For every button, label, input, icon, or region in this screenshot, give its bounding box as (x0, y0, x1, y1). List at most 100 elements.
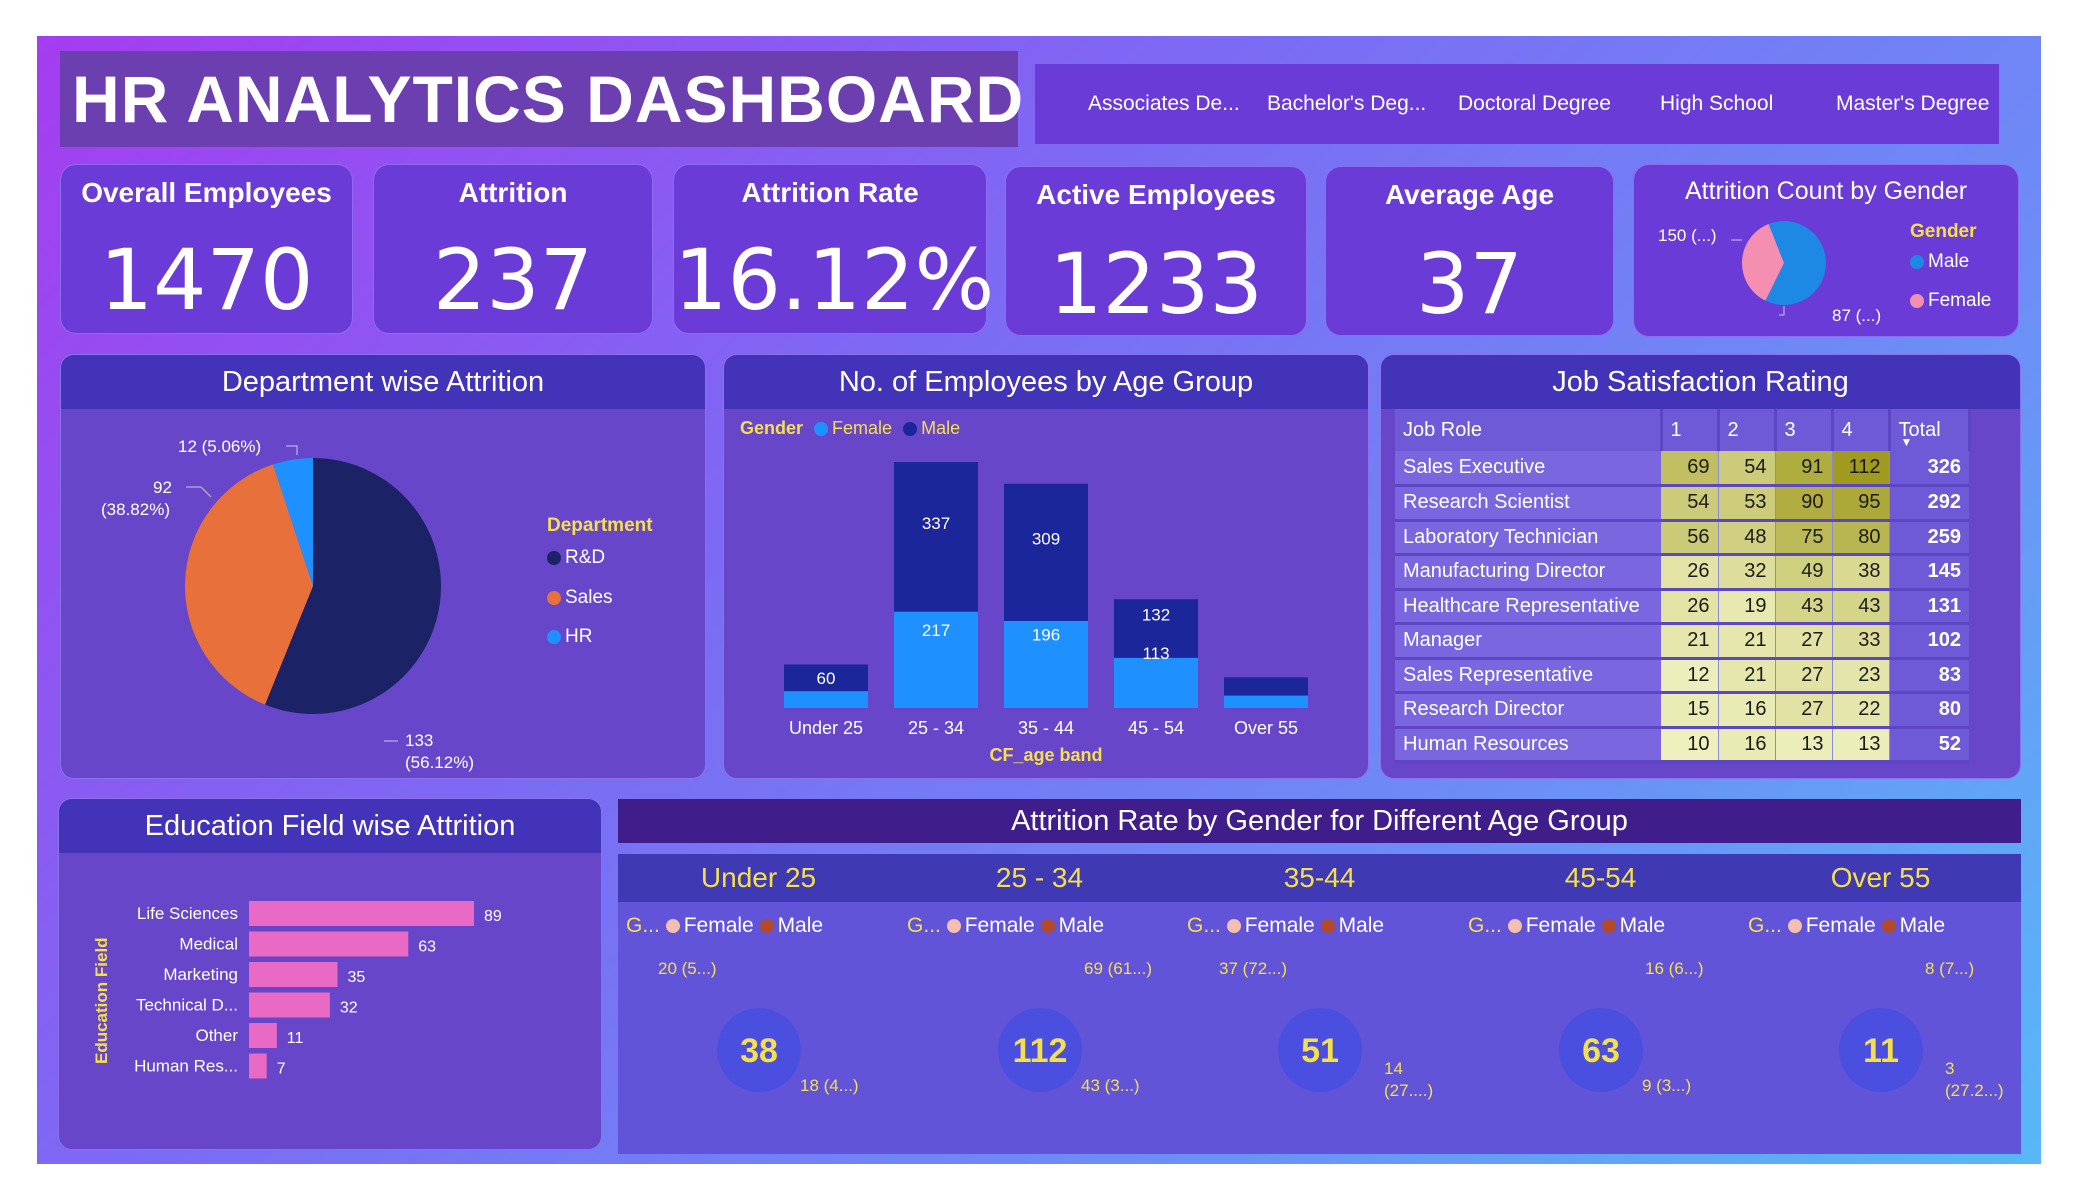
rating-cell: 22 (1832, 692, 1890, 729)
rating-cell: 23 (1832, 658, 1890, 694)
rating-cell: 43 (1775, 589, 1833, 625)
donut-male-label: 69 (61...) (1084, 959, 1153, 978)
slicer-item-masters[interactable]: Master's Degree (1836, 92, 1989, 116)
donut-female-label: 18 (4...) (800, 1076, 859, 1095)
age-group-x-axis-title: CF_age band (989, 745, 1103, 765)
education-bar[interactable] (249, 1023, 277, 1048)
rating-cell: 15 (1661, 692, 1719, 729)
age-bar-female[interactable] (1114, 657, 1198, 708)
education-field-y-axis-title: Education Field (92, 937, 111, 1064)
age-bar-female[interactable] (1224, 695, 1308, 708)
total-cell: 80 (1889, 692, 1969, 729)
female-dot-icon (1910, 293, 1924, 308)
column-header-3[interactable]: 3 (1775, 409, 1834, 451)
age-x-tick-label: 25 - 34 (908, 718, 964, 738)
education-field-bar-svg: Life Sciences 89 Medical 63 Marketing 35 Techn… (134, 901, 502, 1079)
job-role-cell: Manager (1395, 623, 1661, 660)
age-bar-female-label: 113 (1142, 644, 1169, 663)
rating-cell: 13 (1775, 727, 1833, 763)
legend-item-sales[interactable]: Sales (547, 587, 613, 609)
job-role-cell: Laboratory Technician (1395, 520, 1661, 556)
education-bar[interactable] (249, 931, 409, 957)
slicer-item-doctoral[interactable]: Doctoral Degree (1458, 92, 1611, 116)
donut-male-label: 16 (6...) (1645, 959, 1704, 978)
age-bar-female[interactable] (784, 691, 868, 708)
total-cell: 292 (1889, 485, 1969, 522)
education-category-label: Human Res... (134, 1057, 238, 1076)
column-header-job-role[interactable]: Job Role (1395, 409, 1663, 451)
kpi-value: 1233 (1049, 235, 1263, 333)
rating-cell: 12 (1661, 658, 1719, 694)
rating-cell: 49 (1775, 554, 1833, 591)
age-bar-male[interactable] (1004, 483, 1088, 621)
legend-item-rd[interactable]: R&D (547, 547, 605, 569)
table-row[interactable]: Research Director 15 16 27 22 80 (1395, 692, 1969, 729)
table-row[interactable]: Laboratory Technician 56 48 75 80 259 (1395, 520, 1969, 556)
rating-cell: 13 (1832, 727, 1890, 763)
legend-item-hr[interactable]: HR (547, 626, 592, 648)
donut-female-label-pct: (27.2...) (1945, 1081, 2004, 1100)
donut-group: Over 55 G... Female Male 11 8 (7...) 3 (27.2.… (1740, 854, 2021, 1154)
education-value-label: 32 (340, 1000, 358, 1017)
gender-legend-title: Gender (1910, 221, 1977, 242)
table-row[interactable]: Sales Executive 69 54 91 112 326 (1395, 451, 1969, 487)
donut-svg: 112 (998, 1008, 1082, 1092)
column-header-4[interactable]: 4 (1832, 409, 1891, 451)
donut-total-label: 112 (1013, 1032, 1068, 1070)
slicer-item-associates[interactable]: Associates De... (1088, 92, 1240, 116)
table-row[interactable]: Human Resources 10 16 13 13 52 (1395, 727, 1969, 763)
table-row[interactable]: Manufacturing Director 26 32 49 38 145 (1395, 554, 1969, 591)
education-bar[interactable] (249, 962, 338, 987)
rating-cell: 27 (1775, 658, 1833, 694)
male-dot-icon (1910, 254, 1924, 269)
education-slicer: Associates De... Bachelor's Deg... Docto… (1035, 64, 1999, 144)
rating-cell: 43 (1832, 589, 1890, 625)
slicer-item-high-school[interactable]: High School (1660, 92, 1773, 116)
education-bar[interactable] (249, 992, 330, 1018)
kpi-card-attrition: Attrition 237 (373, 164, 653, 334)
table-row[interactable]: Healthcare Representative 26 19 43 43 131 (1395, 589, 1969, 625)
job-satisfaction-table: Job Role 1 2 3 4 Total ▼ Sales Executive 6… (1395, 409, 1971, 763)
table-row[interactable]: Manager 21 21 27 33 102 (1395, 623, 1969, 660)
rating-cell: 80 (1832, 520, 1890, 556)
column-header-total[interactable]: Total ▼ (1889, 409, 1971, 451)
education-value-label: 89 (484, 908, 502, 925)
rating-cell: 21 (1718, 623, 1776, 660)
kpi-label: Overall Employees (81, 177, 332, 208)
job-satisfaction-title: Job Satisfaction Rating (1552, 366, 1849, 398)
donut-group: 45-54 G... Female Male 63 16 (6...) 9 (3...) (1460, 854, 1741, 1154)
rating-cell: 112 (1832, 451, 1890, 487)
kpi-value: 37 (1416, 235, 1523, 333)
rating-cell: 69 (1661, 451, 1719, 487)
column-header-1[interactable]: 1 (1661, 409, 1720, 451)
legend-item-male[interactable]: Male (1910, 251, 1969, 273)
legend-item-female[interactable]: Female (1910, 290, 1991, 312)
kpi-card-average-age: Average Age 37 (1325, 166, 1614, 336)
dept-legend-title: Department (547, 515, 653, 536)
age-x-tick-label: 45 - 54 (1128, 718, 1184, 738)
age-bar-male[interactable] (894, 462, 978, 612)
age-group-bar-svg: 60 Under 25 217 337 25 - 34 196 309 35 - 44 113 1… (784, 462, 1308, 738)
dept-label-sales-pct: (38.82%) (101, 500, 170, 519)
table-row[interactable]: Research Scientist 54 53 90 95 292 (1395, 485, 1969, 522)
dashboard-title-box: HR ANALYTICS DASHBOARD (60, 51, 1023, 147)
rating-cell: 56 (1661, 520, 1719, 556)
rating-cell: 19 (1718, 589, 1776, 625)
column-header-2[interactable]: 2 (1718, 409, 1777, 451)
job-role-cell: Healthcare Representative (1395, 589, 1661, 625)
age-bar-male[interactable] (1224, 677, 1308, 696)
education-bar[interactable] (249, 1053, 267, 1079)
age-x-tick-label: Over 55 (1234, 718, 1298, 738)
age-bar-female-label: 196 (1032, 625, 1060, 644)
kpi-card-attrition-rate: Attrition Rate 16.12% (673, 164, 994, 334)
donut-row: Under 25 G... Female Male 38 20 (5...) 18 (4… (618, 854, 2021, 1154)
slicer-item-bachelors[interactable]: Bachelor's Deg... (1267, 92, 1426, 116)
education-bar[interactable] (249, 901, 474, 926)
age-group-panel: No. of Employees by Age Group Gender Fem… (723, 354, 1369, 779)
job-role-cell: Research Scientist (1395, 485, 1661, 522)
total-cell: 52 (1889, 727, 1969, 763)
donut-male-label: 37 (72...) (1219, 959, 1288, 978)
donut-male-label: 20 (5...) (658, 959, 717, 978)
table-row[interactable]: Sales Representative 12 21 27 23 83 (1395, 658, 1969, 694)
rating-cell: 54 (1661, 485, 1719, 522)
